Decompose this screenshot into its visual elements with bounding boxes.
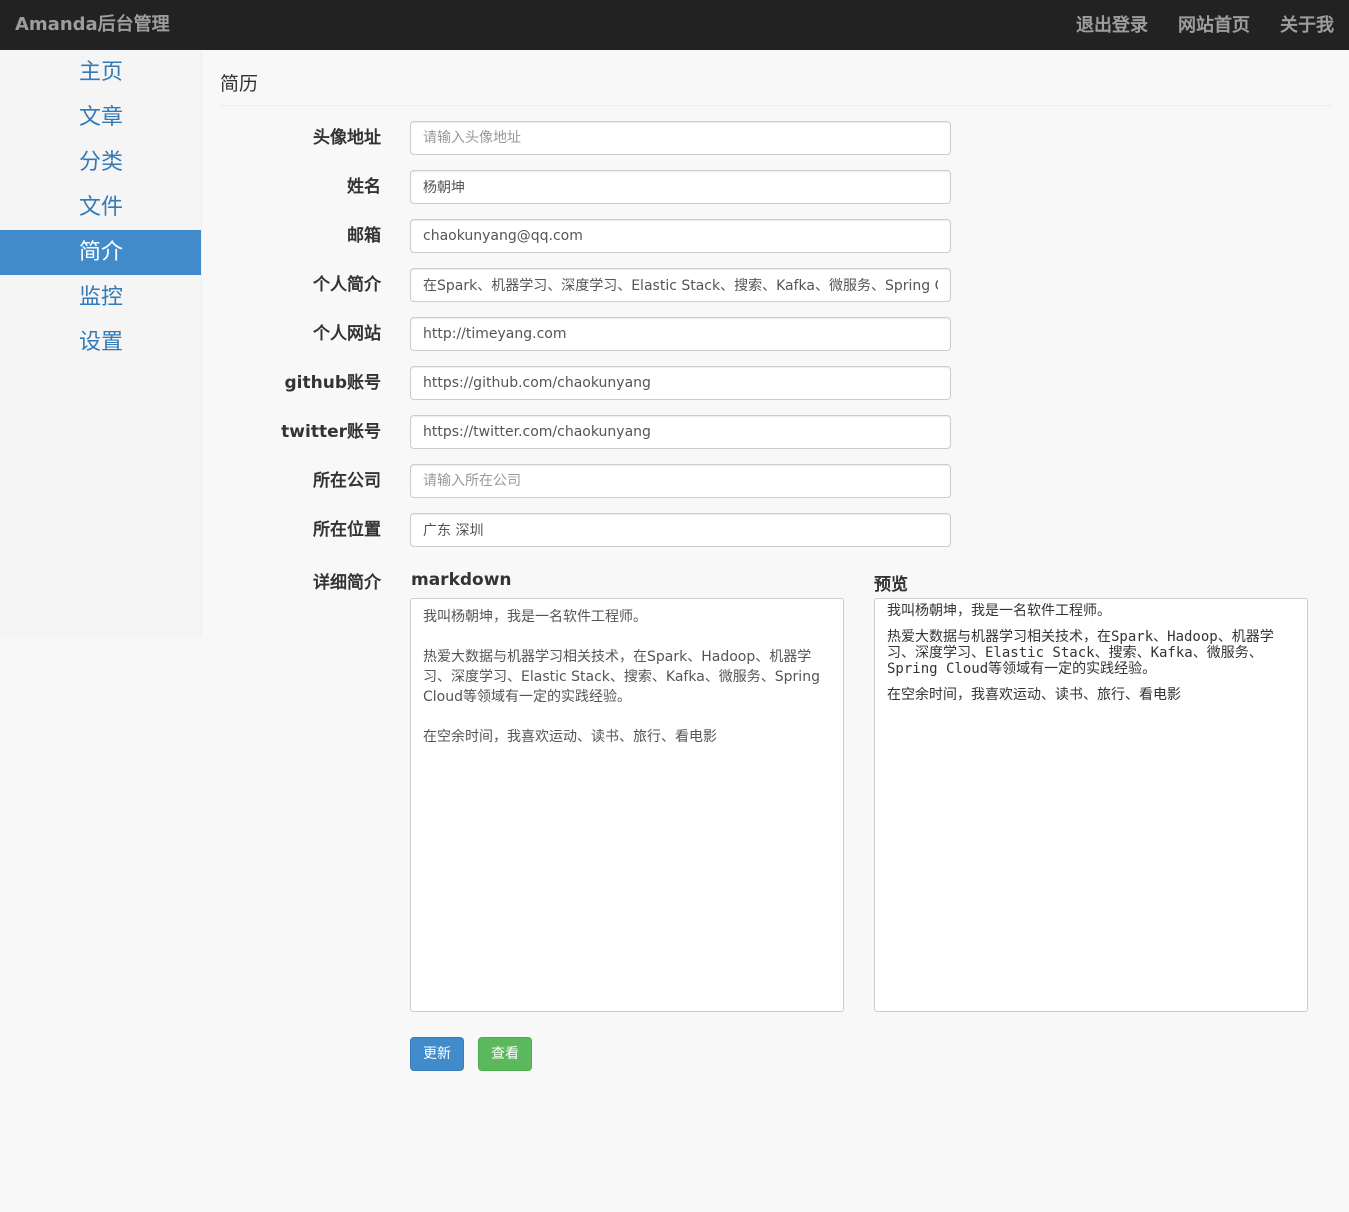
name-label: 姓名 bbox=[347, 177, 381, 197]
avatar-label: 头像地址 bbox=[313, 128, 381, 148]
markdown-editor[interactable]: 我叫杨朝坤，我是一名软件工程师。 热爱大数据与机器学习相关技术，在Spark、H… bbox=[410, 598, 844, 1012]
preview-paragraph: 我叫杨朝坤，我是一名软件工程师。 bbox=[887, 603, 1111, 619]
github-input[interactable] bbox=[410, 366, 951, 400]
location-label: 所在位置 bbox=[313, 520, 381, 540]
github-label: github账号 bbox=[284, 373, 382, 393]
sidebar-item-profile[interactable]: 简介 bbox=[0, 230, 201, 275]
email-input[interactable] bbox=[410, 219, 951, 253]
markdown-preview: 我叫杨朝坤，我是一名软件工程师。 热爱大数据与机器学习相关技术，在Spark、H… bbox=[874, 598, 1308, 1012]
sidebar-item-files[interactable]: 文件 bbox=[0, 185, 201, 230]
avatar-url-input[interactable] bbox=[410, 121, 951, 155]
preview-title: 预览 bbox=[874, 575, 908, 595]
logout-link[interactable]: 退出登录 bbox=[1061, 0, 1163, 50]
page-title: 简历 bbox=[220, 50, 1332, 106]
location-input[interactable] bbox=[410, 513, 951, 547]
company-label: 所在公司 bbox=[313, 471, 381, 491]
main-content: 简历 头像地址 姓名 邮箱 个人简介 个人网站 github账号 twitter… bbox=[220, 50, 1332, 1071]
website-input[interactable] bbox=[410, 317, 951, 351]
top-navbar: Amanda后台管理 退出登录 网站首页 关于我 bbox=[0, 0, 1349, 50]
sidebar-item-articles[interactable]: 文章 bbox=[0, 95, 201, 140]
sidebar-item-home[interactable]: 主页 bbox=[0, 50, 201, 95]
company-input[interactable] bbox=[410, 464, 951, 498]
about-me-link[interactable]: 关于我 bbox=[1265, 0, 1349, 50]
brand-title[interactable]: Amanda后台管理 bbox=[15, 0, 170, 50]
sidebar: 主页 文章 分类 文件 简介 监控 设置 bbox=[0, 50, 202, 638]
twitter-input[interactable] bbox=[410, 415, 951, 449]
email-label: 邮箱 bbox=[347, 226, 381, 246]
intro-label: 个人简介 bbox=[313, 275, 381, 295]
view-button[interactable]: 查看 bbox=[478, 1037, 532, 1071]
navbar-links: 退出登录 网站首页 关于我 bbox=[1061, 0, 1349, 50]
update-button[interactable]: 更新 bbox=[410, 1037, 464, 1071]
intro-input[interactable] bbox=[410, 268, 951, 302]
sidebar-item-settings[interactable]: 设置 bbox=[0, 320, 201, 365]
twitter-label: twitter账号 bbox=[281, 422, 381, 442]
sidebar-item-categories[interactable]: 分类 bbox=[0, 140, 201, 185]
name-input[interactable] bbox=[410, 170, 951, 204]
sidebar-item-monitor[interactable]: 监控 bbox=[0, 275, 201, 320]
website-label: 个人网站 bbox=[313, 324, 381, 344]
markdown-title: markdown bbox=[411, 570, 512, 590]
site-home-link[interactable]: 网站首页 bbox=[1163, 0, 1265, 50]
detail-label: 详细简介 bbox=[313, 573, 381, 593]
preview-paragraph: 在空余时间，我喜欢运动、读书、旅行、看电影 bbox=[887, 687, 1181, 703]
preview-paragraph: 热爱大数据与机器学习相关技术，在Spark、Hadoop、机器学习、深度学习、E… bbox=[887, 629, 1274, 677]
